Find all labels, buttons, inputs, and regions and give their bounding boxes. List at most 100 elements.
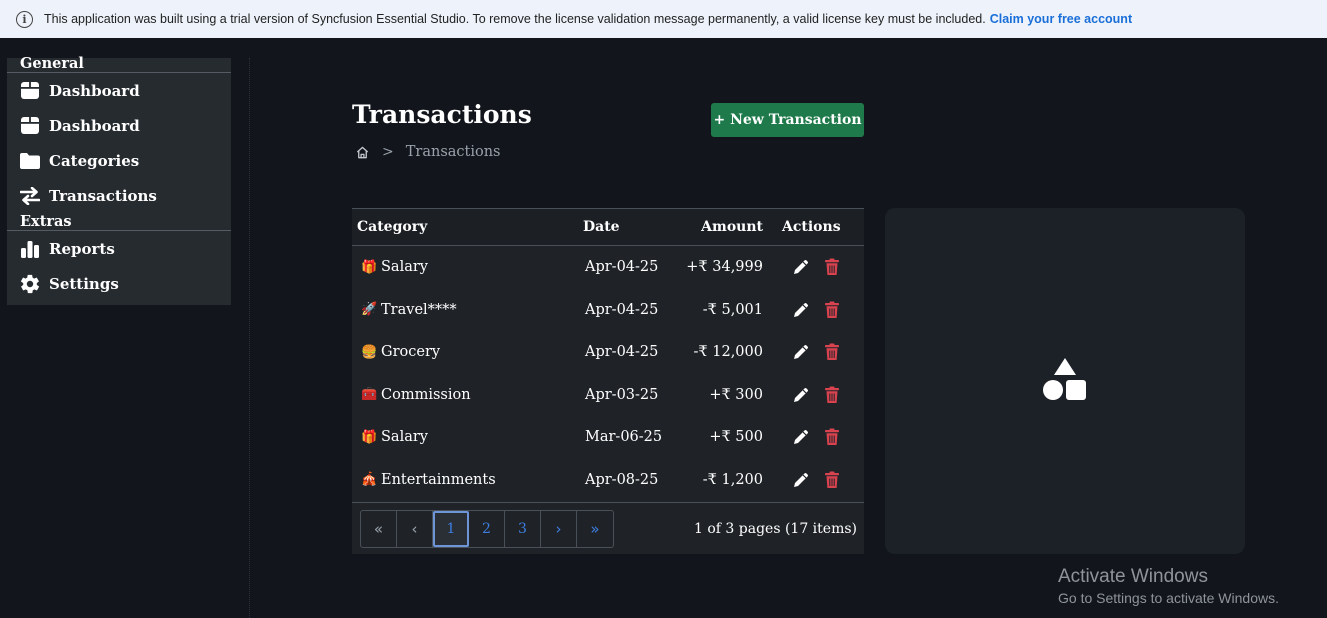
delete-icon[interactable] — [824, 343, 840, 361]
activate-windows-watermark: Activate Windows Go to Settings to activ… — [1058, 566, 1279, 606]
sidebar-item-dashboard[interactable]: Dashboard — [7, 73, 231, 108]
cell-category: 🎪 Entertainments — [352, 472, 579, 488]
cell-actions — [763, 428, 864, 446]
license-banner: i This application was built using a tri… — [0, 0, 1327, 38]
delete-icon[interactable] — [824, 258, 840, 276]
chart-placeholder-card — [885, 208, 1245, 554]
grid-header: Category Date Amount Actions — [352, 209, 864, 246]
category-emoji-icon: 🎁 — [361, 429, 378, 445]
folder-icon — [19, 150, 41, 172]
table-row[interactable]: 🎪 Entertainments Apr-08-25 -₹ 1,200 — [352, 459, 864, 502]
category-emoji-icon: 🎁 — [361, 259, 378, 275]
cell-amount: -₹ 12,000 — [693, 344, 763, 361]
watermark-subtitle: Go to Settings to activate Windows. — [1058, 590, 1279, 606]
cell-date: Apr-08-25 — [585, 471, 659, 488]
transactions-grid: Category Date Amount Actions 🎁 Salary Apr-… — [352, 208, 864, 554]
sidebar-item-label: Categories — [49, 151, 140, 170]
column-header-category[interactable]: Category — [352, 219, 579, 235]
column-header-date[interactable]: Date — [579, 219, 681, 235]
chevron-right-icon: > — [382, 144, 394, 160]
delete-icon[interactable] — [824, 471, 840, 489]
page-title: Transactions — [352, 100, 532, 129]
edit-icon[interactable] — [792, 301, 810, 319]
edit-icon[interactable] — [792, 343, 810, 361]
sidebar-divider — [249, 58, 250, 618]
table-row[interactable]: 🎁 Salary Mar-06-25 +₹ 500 — [352, 416, 864, 459]
cell-amount: +₹ 300 — [709, 386, 763, 403]
delete-icon[interactable] — [824, 428, 840, 446]
cell-date: Apr-04-25 — [585, 344, 659, 361]
breadcrumb: > Transactions — [355, 144, 501, 160]
column-header-amount[interactable]: Amount — [681, 219, 763, 235]
previous-page-button[interactable]: ‹ — [397, 510, 433, 547]
cell-date: Mar-06-25 — [585, 429, 663, 446]
sidebar-item-dashboard-2[interactable]: Dashboard — [7, 108, 231, 143]
table-row[interactable]: 🚀 Travel**** Apr-04-25 -₹ 5,001 — [352, 289, 864, 332]
arrows-exchange-icon — [19, 185, 41, 207]
category-label: Travel**** — [381, 301, 457, 318]
edit-icon[interactable] — [792, 258, 810, 276]
sidebar-item-label: Transactions — [49, 186, 157, 205]
dashboard-icon — [19, 80, 41, 102]
pager-info: 1 of 3 pages (17 items) — [693, 520, 857, 537]
edit-icon[interactable] — [792, 428, 810, 446]
grid-body: 🎁 Salary Apr-04-25 +₹ 34,999 🚀 Travel**** Apr-… — [352, 246, 864, 501]
cell-actions — [763, 258, 864, 276]
cell-actions — [763, 386, 864, 404]
sidebar-item-label: Reports — [49, 239, 115, 258]
license-message: This application was built using a trial… — [44, 12, 986, 26]
home-icon[interactable] — [355, 145, 370, 160]
cell-amount: -₹ 1,200 — [702, 471, 763, 488]
category-emoji-icon: 🎪 — [361, 472, 378, 488]
sidebar-item-categories[interactable]: Categories — [7, 143, 231, 178]
sidebar-item-label: Settings — [49, 274, 119, 293]
pager-buttons: « ‹ 1 2 3 › » — [360, 509, 614, 548]
pager: « ‹ 1 2 3 › » 1 of 3 pages (17 items) — [352, 502, 864, 554]
cell-category: 🎁 Salary — [352, 429, 579, 445]
table-row[interactable]: 🍔 Grocery Apr-04-25 -₹ 12,000 — [352, 331, 864, 374]
cell-actions — [763, 471, 864, 489]
cell-date: Apr-04-25 — [585, 301, 659, 318]
first-page-button[interactable]: « — [361, 510, 397, 547]
cell-date: Apr-04-25 — [585, 259, 659, 276]
cell-date: Apr-03-25 — [585, 386, 659, 403]
sidebar-item-label: Dashboard — [49, 116, 140, 135]
delete-icon[interactable] — [824, 386, 840, 404]
category-label: Entertainments — [381, 471, 496, 488]
category-label: Salary — [381, 429, 428, 446]
cell-actions — [763, 301, 864, 319]
cell-amount: +₹ 500 — [709, 429, 763, 446]
cell-category: 🧰 Commission — [352, 387, 579, 403]
sidebar-section-extras: Extras — [7, 213, 231, 231]
table-row[interactable]: 🧰 Commission Apr-03-25 +₹ 300 — [352, 374, 864, 417]
page-button-3[interactable]: 3 — [505, 510, 541, 547]
info-icon: i — [16, 10, 33, 28]
shapes-icon — [1042, 357, 1088, 405]
category-label: Grocery — [381, 344, 441, 361]
column-header-actions: Actions — [782, 219, 841, 235]
sidebar-item-settings[interactable]: Settings — [7, 266, 231, 301]
cell-category: 🍔 Grocery — [352, 344, 579, 360]
cell-category: 🚀 Travel**** — [352, 302, 579, 318]
new-transaction-button[interactable]: + New Transaction — [711, 103, 864, 137]
page-button-2[interactable]: 2 — [469, 510, 505, 547]
sidebar-item-reports[interactable]: Reports — [7, 231, 231, 266]
sidebar-section-general: General — [7, 56, 231, 73]
claim-account-link[interactable]: Claim your free account — [990, 12, 1132, 26]
edit-icon[interactable] — [792, 471, 810, 489]
watermark-title: Activate Windows — [1058, 566, 1208, 587]
breadcrumb-current: Transactions — [405, 144, 501, 160]
next-page-button[interactable]: › — [541, 510, 577, 547]
last-page-button[interactable]: » — [577, 511, 613, 547]
table-row[interactable]: 🎁 Salary Apr-04-25 +₹ 34,999 — [352, 246, 864, 289]
sidebar: General Dashboard Dashboard Categories T… — [7, 56, 231, 305]
category-label: Salary — [381, 259, 428, 276]
page-button-1[interactable]: 1 — [433, 510, 469, 547]
category-label: Commission — [381, 386, 471, 403]
edit-icon[interactable] — [792, 386, 810, 404]
cell-amount: +₹ 34,999 — [686, 259, 763, 276]
sidebar-item-transactions[interactable]: Transactions — [7, 178, 231, 213]
dashboard-icon — [19, 115, 41, 137]
cell-amount: -₹ 5,001 — [702, 301, 763, 318]
delete-icon[interactable] — [824, 301, 840, 319]
